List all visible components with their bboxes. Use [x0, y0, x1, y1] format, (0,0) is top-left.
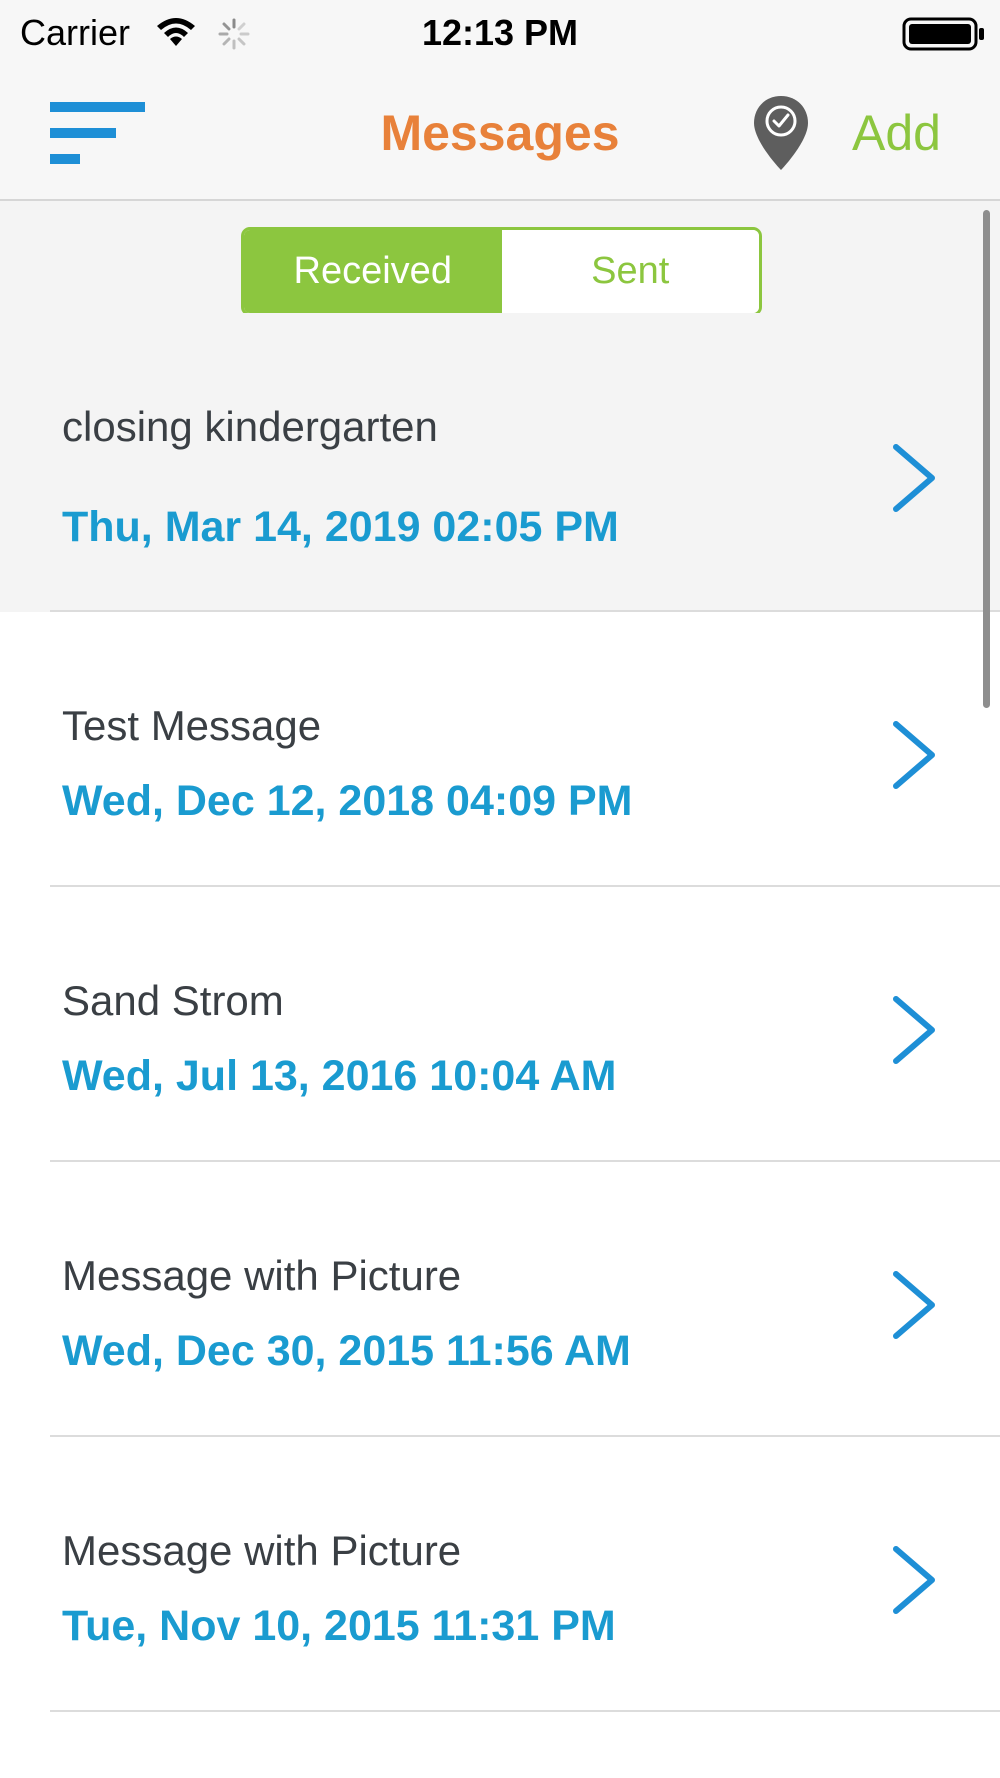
status-time: 12:13 PM [421, 12, 579, 53]
message-title: Test Message [62, 702, 322, 749]
segment-sent[interactable]: Sent [501, 230, 759, 313]
nav-bar: Messages Add [0, 66, 1000, 201]
message-row[interactable]: Sand Strom Wed, Jul 13, 2016 10:04 AM [0, 887, 1000, 1162]
chevron-right-icon [893, 1546, 935, 1614]
chevron-right-icon [893, 444, 935, 512]
messages-screen: Carrier 12:13 PM Messages Add Received S… [0, 0, 1000, 1778]
battery-icon [902, 17, 984, 51]
page-title: Messages [380, 105, 620, 161]
message-date: Wed, Dec 30, 2015 11:56 AM [62, 1327, 631, 1375]
message-title: closing kindergarten [62, 403, 438, 450]
message-title: Message with Picture [62, 1527, 462, 1574]
chevron-right-icon [893, 721, 935, 789]
message-date: Wed, Jul 13, 2016 10:04 AM [62, 1052, 617, 1100]
location-check-icon[interactable] [752, 94, 810, 172]
message-title: Message with Picture [62, 1252, 462, 1299]
segment-received[interactable]: Received [244, 230, 502, 313]
message-date: Tue, Nov 10, 2015 11:31 PM [62, 1602, 616, 1650]
chevron-right-icon [893, 996, 935, 1064]
segment-area: Received Sent [0, 201, 1000, 316]
message-row[interactable]: Message with Picture Wed, Dec 30, 2015 1… [0, 1162, 1000, 1437]
message-row[interactable]: Test Message Wed, Dec 12, 2018 04:09 PM [0, 612, 1000, 887]
chevron-right-icon [893, 1271, 935, 1339]
received-sent-segmented-control: Received Sent [241, 227, 762, 316]
add-button[interactable]: Add [852, 104, 941, 162]
message-row[interactable]: Message with Picture Tue, Nov 10, 2015 1… [0, 1437, 1000, 1712]
message-title: Sand Strom [62, 977, 284, 1024]
scroll-indicator[interactable] [983, 210, 990, 708]
row-divider [50, 1710, 1000, 1712]
message-row[interactable]: closing kindergarten Thu, Mar 14, 2019 0… [0, 313, 1000, 612]
menu-icon[interactable] [50, 102, 145, 164]
message-date: Thu, Mar 14, 2019 02:05 PM [62, 503, 619, 551]
message-list: closing kindergarten Thu, Mar 14, 2019 0… [0, 313, 1000, 1712]
message-date: Wed, Dec 12, 2018 04:09 PM [62, 777, 633, 825]
status-bar: Carrier 12:13 PM [0, 0, 1000, 66]
